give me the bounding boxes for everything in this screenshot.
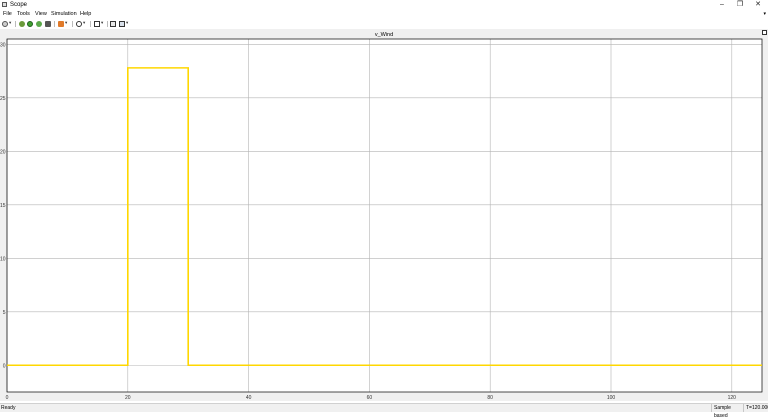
step-back-icon[interactable] [19,21,25,27]
y-tick-label: 20 [0,149,6,155]
chevron-down-icon[interactable]: ▾ [763,11,766,17]
plot-area [7,39,762,392]
triggers-icon[interactable] [110,21,116,27]
toolbar-separator [90,21,91,27]
settings-icon[interactable] [2,21,8,27]
toolbar-separator [54,21,55,27]
undock-icon[interactable] [762,30,767,35]
scope-plot[interactable]: 0 20 40 60 80 100 120 0 5 10 15 20 25 30 [0,29,768,401]
highlight-dropdown-icon[interactable]: ▾ [65,20,67,26]
menu-simulation[interactable]: Simulation [51,11,77,18]
close-button[interactable]: ✕ [749,0,767,10]
x-tick-label: 0 [6,395,9,401]
run-icon[interactable] [27,21,33,27]
sample-mode-status: Sample based [711,404,743,419]
plot-title: v_Wind [374,32,394,38]
toolbar-separator [72,21,73,27]
y-tick-label: 15 [0,203,6,209]
zoom-icon[interactable] [76,21,82,27]
autoscale-icon[interactable] [94,21,100,27]
x-tick-label: 60 [367,395,373,401]
measurements-dropdown-icon[interactable]: ▾ [126,20,128,26]
step-forward-icon[interactable] [36,21,42,27]
measurements-icon[interactable] [119,21,125,27]
minimize-button[interactable]: – [713,0,731,10]
status-ready: Ready [1,405,16,411]
x-tick-label: 40 [246,395,252,401]
autoscale-dropdown-icon[interactable]: ▾ [101,20,103,26]
maximize-button[interactable]: ❐ [731,0,749,10]
menu-tools[interactable]: Tools [17,11,30,18]
stop-icon[interactable] [45,21,51,27]
y-tick-label: 0 [3,363,6,369]
x-tick-label: 120 [728,395,737,401]
x-tick-label: 80 [487,395,493,401]
status-bar: Ready Sample based T=120.000 [0,403,768,419]
plot-panel: 0 20 40 60 80 100 120 0 5 10 15 20 25 30 v_Wind [0,29,768,401]
menu-view[interactable]: View [35,11,47,18]
menu-bar: File Tools View Simulation Help ▾ [0,10,768,19]
window-title: Scope [10,2,28,8]
menu-help[interactable]: Help [80,11,91,18]
toolbar-separator [15,21,16,27]
y-tick-label: 25 [0,96,6,102]
x-tick-label: 100 [607,395,616,401]
highlight-icon[interactable] [58,21,64,27]
x-tick-label: 20 [125,395,131,401]
settings-dropdown-icon[interactable]: ▾ [9,20,11,26]
title-bar: Scope – ❐ ✕ [0,0,768,10]
y-tick-label: 5 [3,310,6,316]
toolbar: ▾ ▾ ▾ ▾ ▾ [0,19,768,29]
time-status: T=120.000 [743,404,768,412]
y-tick-label: 10 [0,256,6,262]
scope-app-icon [2,2,7,7]
y-tick-label: 30 [0,42,6,48]
zoom-dropdown-icon[interactable]: ▾ [83,20,85,26]
menu-file[interactable]: File [3,11,12,18]
toolbar-separator [107,21,108,27]
